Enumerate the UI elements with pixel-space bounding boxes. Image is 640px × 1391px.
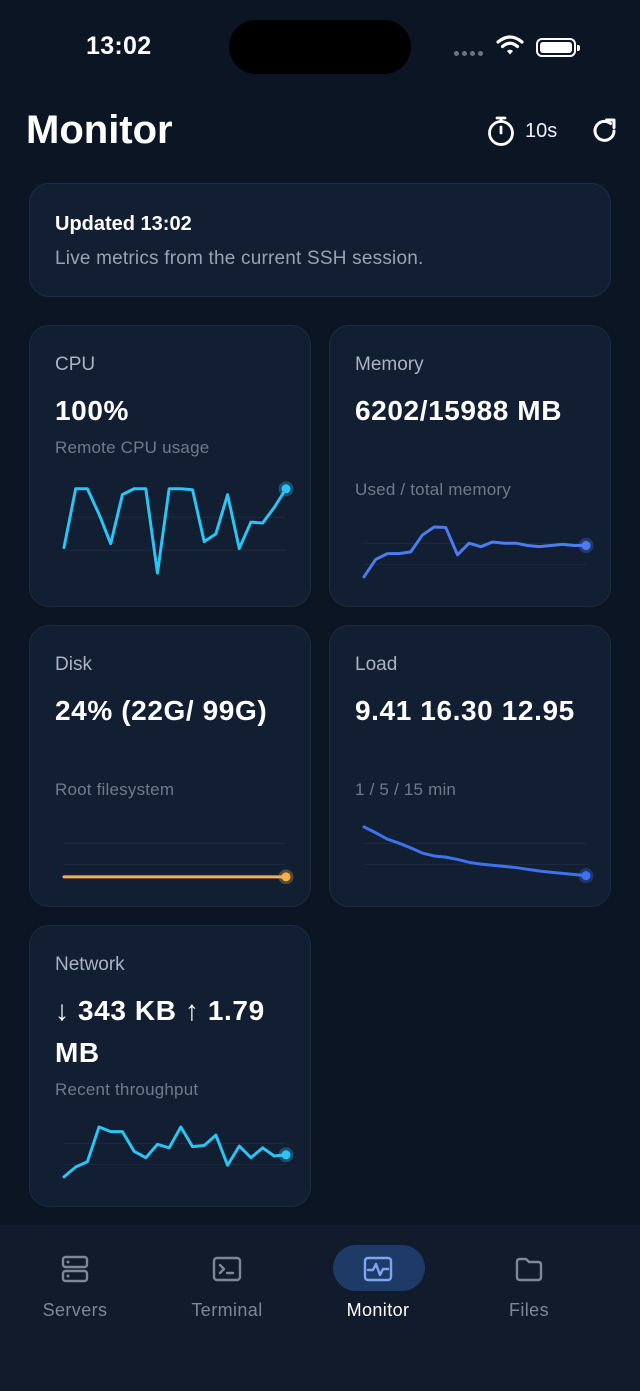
- cpu-label: CPU: [55, 354, 96, 375]
- disk-last-point: [281, 872, 291, 882]
- memory-series-line: [362, 525, 588, 579]
- wifi-icon: [496, 35, 524, 55]
- cpu-card[interactable]: CPU 100% Remote CPU usage: [29, 325, 311, 607]
- cpu-caption: Remote CPU usage: [55, 438, 210, 457]
- servers-icon: [61, 1255, 89, 1283]
- cpu-series-line: [62, 487, 288, 575]
- network-sparkline: [62, 1125, 294, 1179]
- network-label: Network: [55, 954, 125, 975]
- load-sparkline: [362, 825, 594, 884]
- tab-files[interactable]: Files: [464, 1225, 594, 1335]
- load-caption: 1 / 5 / 15 min: [355, 780, 457, 799]
- cpu-value: 100%: [55, 395, 130, 426]
- refresh-interval-label: 10s: [525, 119, 558, 142]
- disk-caption: Root filesystem: [55, 780, 175, 799]
- battery-icon: [536, 38, 580, 57]
- folder-icon: [515, 1257, 543, 1282]
- disk-value: 24% (22G/ 99G): [55, 695, 268, 726]
- load-series-line: [362, 825, 588, 878]
- network-value: ↓ 343 KB ↑ 1.79 MB: [55, 995, 265, 1068]
- memory-label: Memory: [355, 354, 424, 375]
- monitor-pulse-icon: [363, 1256, 393, 1282]
- refresh-interval-button[interactable]: 10s: [486, 115, 557, 147]
- signal-dots-icon: [454, 51, 483, 56]
- tab-files-label: Files: [508, 1300, 549, 1320]
- dynamic-island: [229, 20, 411, 74]
- terminal-icon: [212, 1256, 242, 1282]
- tab-terminal[interactable]: Terminal: [162, 1225, 292, 1335]
- cpu-sparkline: [62, 481, 294, 575]
- load-last-point: [581, 871, 591, 881]
- load-value: 9.41 16.30 12.95: [355, 695, 575, 726]
- memory-card[interactable]: Memory 6202/15988 MB Used / total memory: [329, 325, 611, 607]
- info-subtitle: Live metrics from the current SSH sessio…: [55, 248, 424, 269]
- memory-last-point: [581, 541, 591, 551]
- disk-label: Disk: [55, 654, 92, 675]
- memory-caption: Used / total memory: [355, 480, 511, 499]
- network-caption: Recent throughput: [55, 1080, 199, 1099]
- session-info-card: Updated 13:02 Live metrics from the curr…: [29, 183, 611, 297]
- network-series-line: [62, 1125, 288, 1179]
- page-title: Monitor: [26, 108, 173, 152]
- network-card[interactable]: Network ↓ 343 KB ↑ 1.79 MB Recent throug…: [29, 925, 311, 1207]
- stopwatch-icon: [488, 116, 514, 146]
- refresh-icon[interactable]: [590, 116, 620, 146]
- cpu-last-point: [281, 484, 291, 494]
- network-last-point: [281, 1150, 291, 1160]
- tab-servers-label: Servers: [42, 1300, 108, 1320]
- memory-sparkline: [362, 525, 594, 579]
- disk-card[interactable]: Disk 24% (22G/ 99G) Root filesystem: [29, 625, 311, 907]
- bottom-tab-bar: Servers Terminal Monitor Files: [0, 1225, 640, 1391]
- tab-monitor[interactable]: Monitor: [313, 1225, 443, 1335]
- load-card[interactable]: Load 9.41 16.30 12.95 1 / 5 / 15 min: [329, 625, 611, 907]
- disk-sparkline: [62, 842, 294, 884]
- tab-terminal-label: Terminal: [191, 1300, 263, 1320]
- memory-value: 6202/15988 MB: [355, 395, 563, 426]
- tab-monitor-label: Monitor: [346, 1300, 410, 1320]
- status-bar: 13:02: [0, 0, 640, 96]
- tab-servers[interactable]: Servers: [10, 1225, 140, 1335]
- load-label: Load: [355, 654, 398, 675]
- status-time: 13:02: [86, 32, 152, 60]
- updated-time: Updated 13:02: [55, 213, 192, 235]
